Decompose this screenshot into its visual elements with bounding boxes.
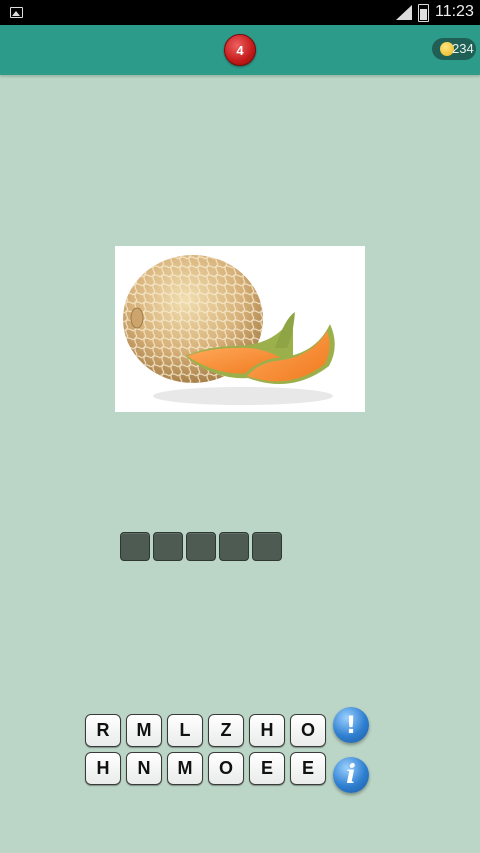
letter-tile[interactable]: H bbox=[249, 714, 285, 747]
info-icon: i bbox=[346, 760, 356, 790]
letter-tile[interactable]: E bbox=[290, 752, 326, 785]
answer-slots bbox=[120, 532, 282, 561]
letter-bank: R M L Z H O H N M O E E bbox=[85, 714, 326, 790]
cantaloupe-image-icon bbox=[123, 255, 335, 405]
status-time: 11:23 bbox=[435, 3, 474, 20]
letter-tile[interactable]: H bbox=[85, 752, 121, 785]
puzzle-image bbox=[115, 246, 365, 412]
status-bar: 11:23 bbox=[0, 0, 480, 25]
answer-slot[interactable] bbox=[153, 532, 183, 561]
letter-tile[interactable]: R bbox=[85, 714, 121, 747]
answer-slot[interactable] bbox=[186, 532, 216, 561]
letter-tile[interactable]: O bbox=[290, 714, 326, 747]
coins-value: 234 bbox=[452, 41, 474, 56]
battery-icon bbox=[418, 4, 429, 22]
top-bar: 4 234 bbox=[0, 25, 480, 75]
answer-slot[interactable] bbox=[219, 532, 249, 561]
signal-icon bbox=[396, 5, 412, 20]
answer-slot[interactable] bbox=[120, 532, 150, 561]
level-badge: 4 bbox=[224, 34, 256, 66]
info-button[interactable]: i bbox=[333, 757, 369, 793]
letter-tile[interactable]: E bbox=[249, 752, 285, 785]
letter-tile[interactable]: Z bbox=[208, 714, 244, 747]
letter-tile[interactable]: O bbox=[208, 752, 244, 785]
letter-row-2: H N M O E E bbox=[85, 752, 326, 785]
letter-tile[interactable]: M bbox=[167, 752, 203, 785]
coins-counter[interactable]: 234 bbox=[432, 38, 476, 60]
letter-tile[interactable]: N bbox=[126, 752, 162, 785]
letter-tile[interactable]: M bbox=[126, 714, 162, 747]
hint-button[interactable]: ! bbox=[333, 707, 369, 743]
letter-tile[interactable]: L bbox=[167, 714, 203, 747]
answer-slot[interactable] bbox=[252, 532, 282, 561]
exclamation-icon: ! bbox=[345, 711, 357, 739]
letter-row-1: R M L Z H O bbox=[85, 714, 326, 747]
image-notification-icon bbox=[10, 7, 23, 18]
